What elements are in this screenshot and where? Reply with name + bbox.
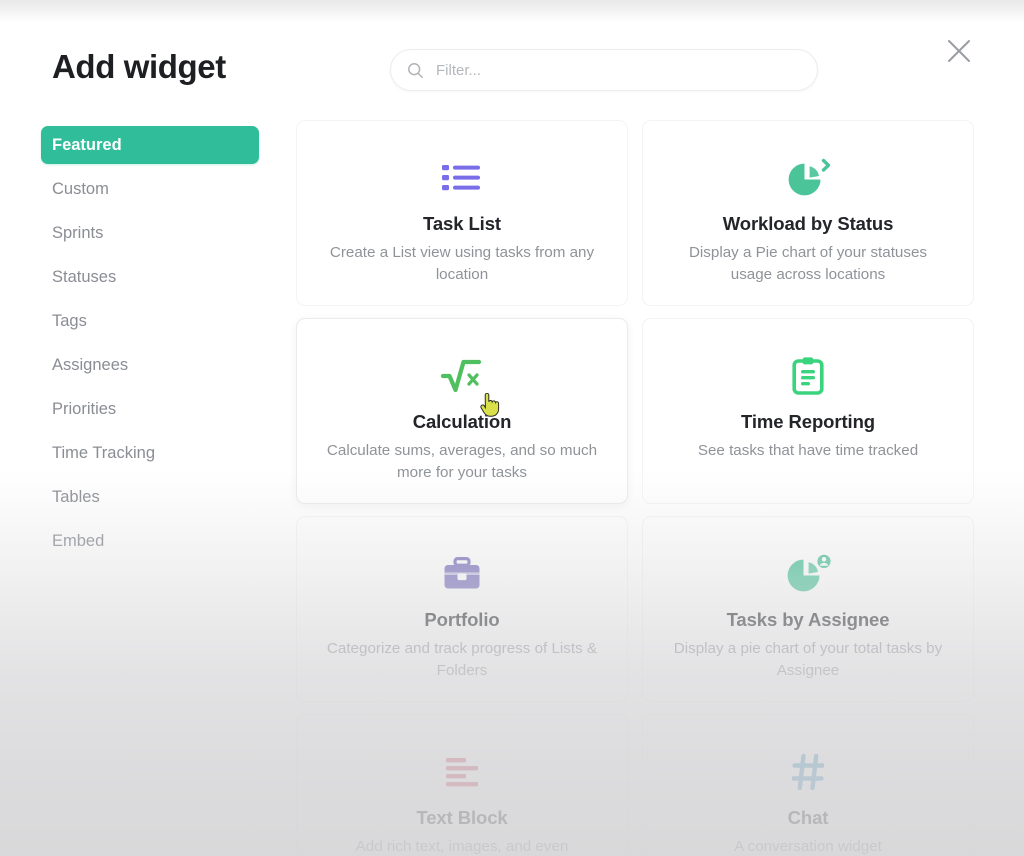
hash-icon (792, 749, 824, 795)
text-align-icon (446, 757, 478, 786)
page-title: Add widget (52, 48, 226, 85)
briefcase-icon (443, 551, 481, 597)
sidebar-item-label: Sprints (52, 224, 104, 242)
clipboard-icon (792, 353, 824, 399)
widget-card-description: See tasks that have time tracked (697, 442, 919, 459)
sidebar-item-featured[interactable]: Featured (41, 126, 259, 164)
top-gradient-band (0, 0, 1024, 22)
sidebar-item-tables[interactable]: Tables (41, 478, 286, 516)
sidebar-item-priorities[interactable]: Priorities (41, 390, 286, 428)
sidebar-item-label: Statuses (52, 268, 117, 286)
widget-card-text-block[interactable]: Text Block Add rich text, images, and eve… (296, 714, 628, 856)
pie-chart-person-icon (787, 554, 833, 592)
sidebar-item-assignees[interactable]: Assignees (41, 346, 286, 384)
widget-card-description: Display a pie chart of your total tasks … (673, 640, 943, 679)
sidebar-item-label: Tags (52, 312, 87, 330)
sidebar-item-embed[interactable]: Embed (41, 522, 286, 560)
widget-card-title: Task List (423, 213, 501, 234)
widget-card-description: A conversation widget (734, 838, 882, 855)
sidebar-item-statuses[interactable]: Statuses (41, 258, 286, 296)
sidebar-item-label: Priorities (52, 400, 117, 418)
widget-card-title: Text Block (416, 807, 508, 828)
sidebar-item-label: Custom (52, 180, 109, 198)
sidebar-item-label: Assignees (52, 356, 129, 374)
square-root-icon (441, 359, 482, 393)
widget-card-chat[interactable]: Chat A conversation widget (642, 714, 974, 856)
search-icon (407, 62, 424, 79)
pie-chart-chevron-icon (784, 155, 833, 201)
add-widget-modal: Add widget Featured Custom Sprints Statuses… (0, 0, 1024, 856)
close-button[interactable] (942, 34, 976, 68)
widget-card-description: Create a List view using tasks from any … (329, 244, 595, 283)
widget-card-title: Time Reporting (741, 411, 875, 432)
hash-icon (792, 754, 824, 790)
pie-chart-person-icon (783, 551, 833, 597)
sidebar-item-label: Featured (52, 136, 122, 154)
widget-card-title: Calculation (412, 411, 512, 432)
widget-card-title: Workload by Status (722, 213, 894, 234)
category-sidebar: Featured Custom Sprints Statuses Tags Assigne… (0, 126, 286, 566)
widget-card-description: Categorize and track progress of Lists &… (326, 640, 598, 679)
widget-card-tasks-by-assignee[interactable]: Tasks by Assignee Display a pie chart of … (642, 516, 974, 702)
widget-card-portfolio[interactable]: Portfolio Categorize and track progress o… (296, 516, 628, 702)
widget-card-title: Tasks by Assignee (726, 609, 890, 630)
list-icon (442, 155, 482, 201)
briefcase-icon (444, 557, 480, 589)
widget-card-calculation[interactable]: Calculation Calculate sums, averages, and… (296, 318, 628, 504)
filter-search-box[interactable] (390, 49, 818, 91)
widget-card-title: Chat (787, 807, 829, 828)
widget-card-time-reporting[interactable]: Time Reporting See tasks that have time t… (642, 318, 974, 504)
search-input[interactable] (436, 61, 801, 79)
widget-card-workload-by-status[interactable]: Workload by Status Display a Pie chart of… (642, 120, 974, 306)
sidebar-item-sprints[interactable]: Sprints (41, 214, 286, 252)
pie-chart-chevron-icon (788, 158, 830, 196)
widget-card-description: Add rich text, images, and even (355, 838, 569, 855)
modal-header: Add widget (0, 22, 1024, 120)
clipboard-icon (792, 357, 824, 395)
close-icon (948, 40, 970, 62)
widget-grid: Task List Create a List view using tasks … (296, 120, 978, 856)
sidebar-item-label: Time Tracking (52, 444, 155, 462)
sidebar-item-label: Tables (52, 488, 100, 506)
sidebar-item-custom[interactable]: Custom (41, 170, 286, 208)
widget-card-description: Display a Pie chart of your statuses usa… (688, 244, 928, 283)
sidebar-item-time-tracking[interactable]: Time Tracking (41, 434, 286, 472)
sidebar-item-label: Embed (52, 532, 105, 550)
text-align-icon (446, 749, 478, 795)
sidebar-item-tags[interactable]: Tags (41, 302, 286, 340)
widget-card-description: Calculate sums, averages, and so much mo… (326, 442, 598, 481)
widget-card-title: Portfolio (424, 609, 500, 630)
square-root-icon (441, 353, 483, 399)
list-icon (442, 165, 480, 191)
widget-card-task-list[interactable]: Task List Create a List view using tasks … (296, 120, 628, 306)
